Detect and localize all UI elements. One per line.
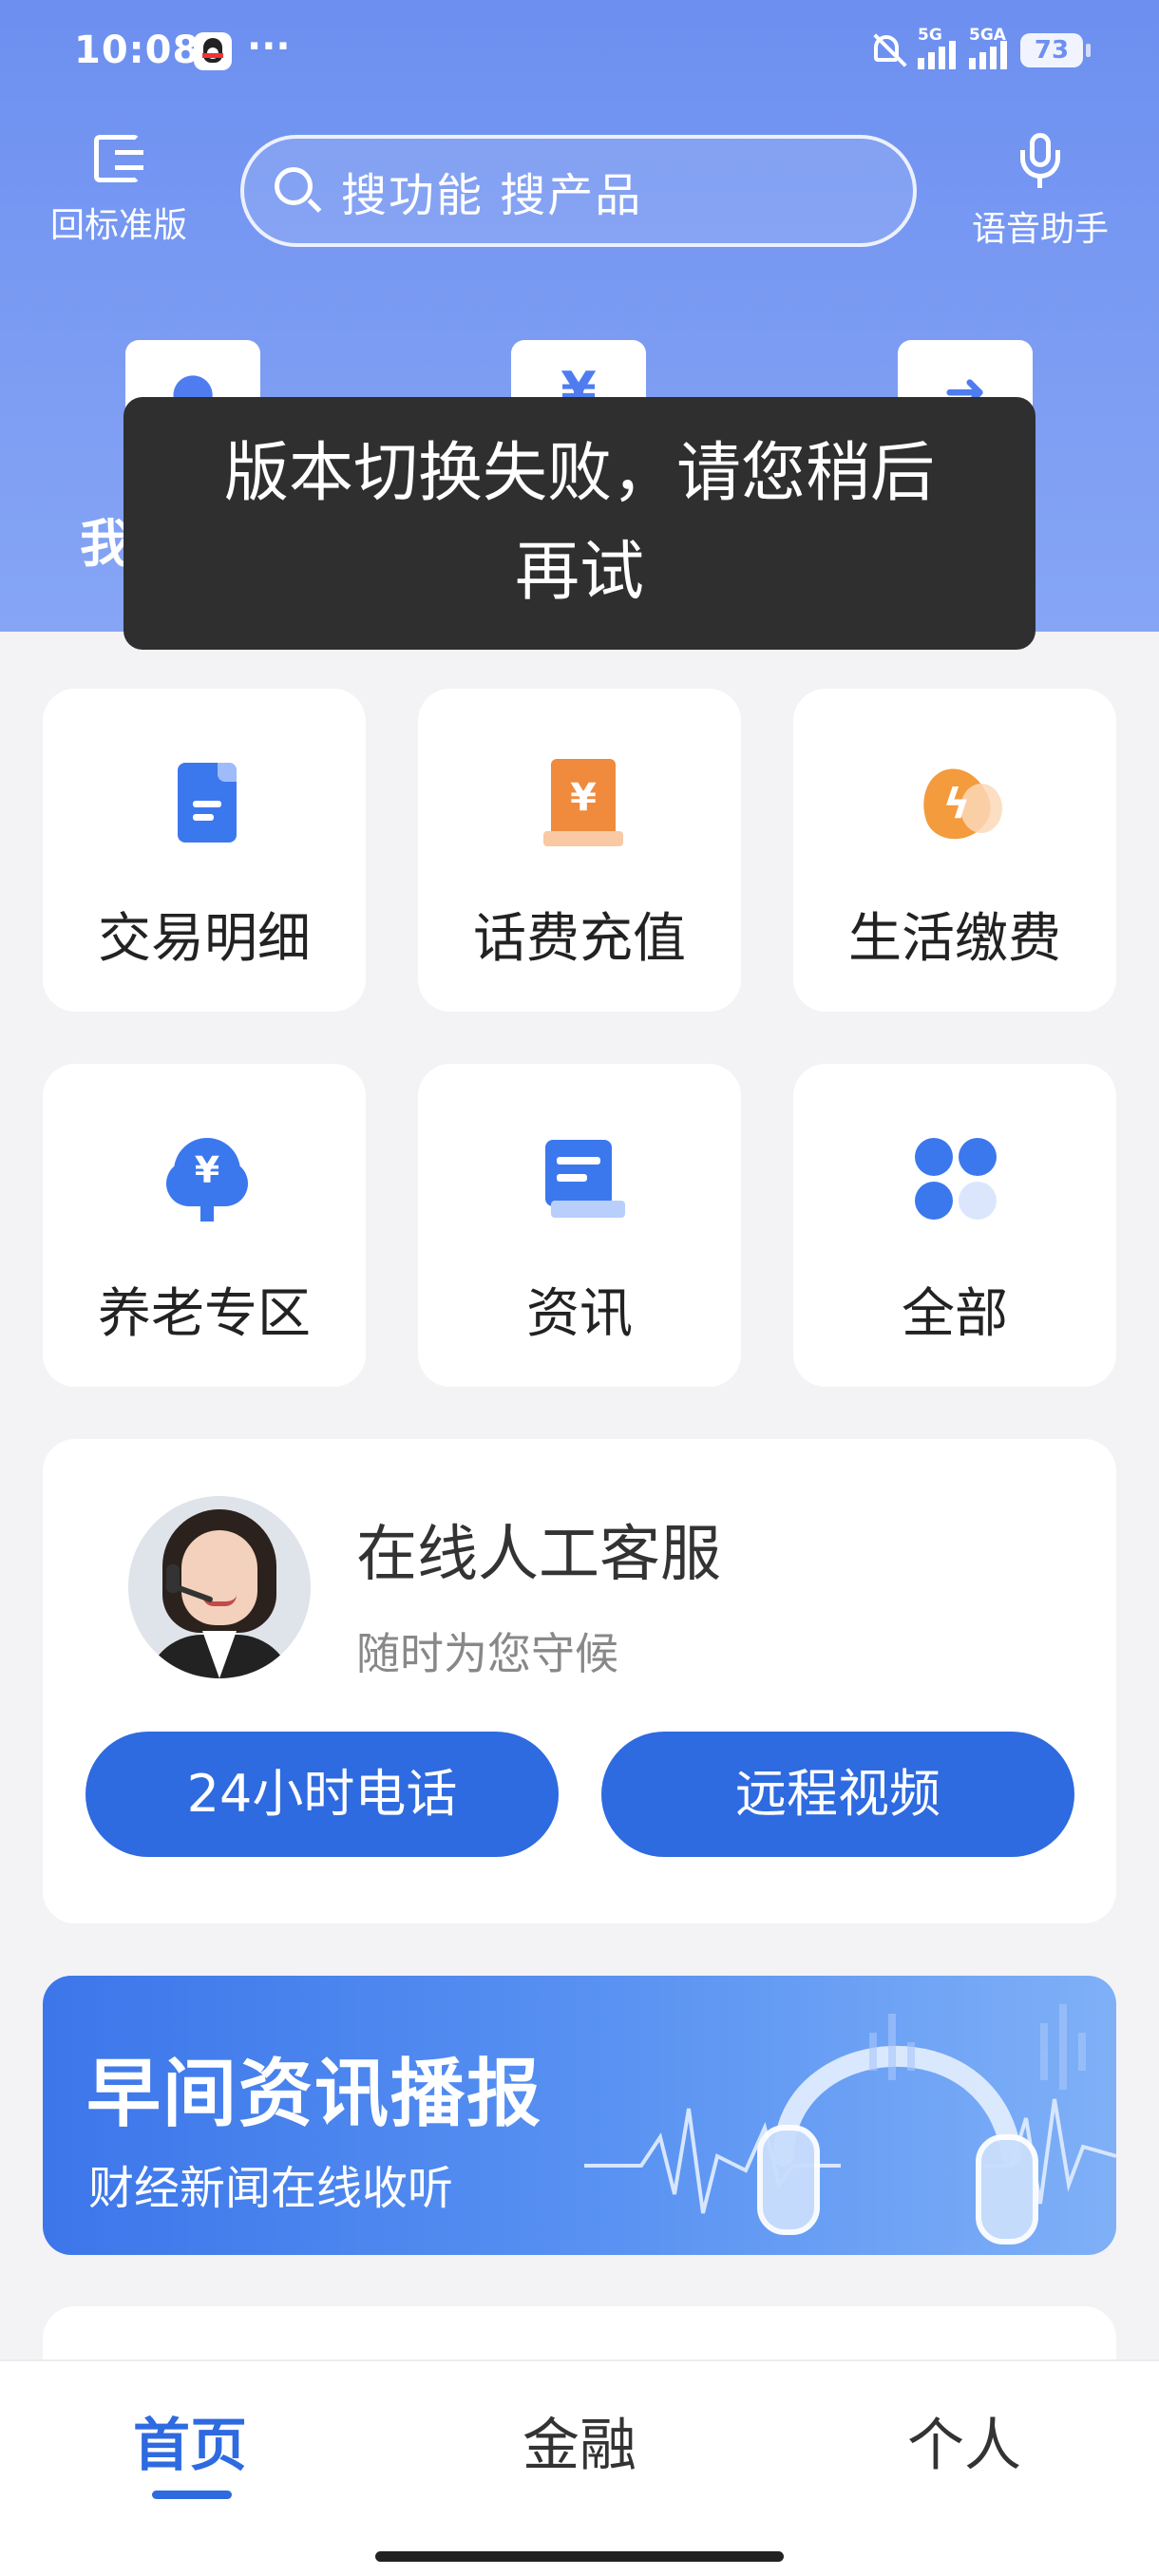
voice-assistant-button[interactable]: 语音助手 bbox=[960, 133, 1121, 256]
remote-video-button[interactable]: 远程视频 bbox=[601, 1732, 1074, 1857]
tab-home-indicator bbox=[152, 2491, 232, 2499]
tile-transaction-details[interactable]: 交易明细 bbox=[43, 689, 366, 1012]
search-placeholder: 搜功能 搜产品 bbox=[341, 169, 643, 222]
tile-label: 资讯 bbox=[526, 1283, 633, 1345]
news-icon bbox=[532, 1130, 627, 1225]
pension-tree-icon: ¥ bbox=[157, 1130, 252, 1225]
bill-icon: ¥ bbox=[532, 755, 627, 850]
switch-icon bbox=[90, 133, 147, 188]
tile-label: 生活缴费 bbox=[848, 908, 1061, 970]
search-icon bbox=[273, 165, 324, 217]
status-indicators: 5G 5GA 73 bbox=[868, 26, 1091, 72]
signal-5ga-icon: 5GA bbox=[969, 26, 1007, 69]
morning-news-banner[interactable]: 早间资讯播报 财经新闻在线收听 bbox=[43, 1976, 1116, 2255]
error-toast: 版本切换失败，请您稍后再试 bbox=[124, 397, 1036, 650]
utility-icon: ϟ bbox=[907, 755, 1002, 850]
tile-phone-recharge[interactable]: ¥ 话费充值 bbox=[418, 689, 741, 1012]
document-icon bbox=[157, 755, 252, 850]
switch-label: 回标准版 bbox=[49, 206, 187, 245]
tile-label: 交易明细 bbox=[98, 908, 311, 970]
banner-title: 早间资讯播报 bbox=[86, 2052, 543, 2137]
customer-service-card: 在线人工客服 随时为您守候 24小时电话 远程视频 bbox=[43, 1439, 1116, 1923]
phone-24h-button[interactable]: 24小时电话 bbox=[86, 1732, 559, 1857]
switch-standard-version-button[interactable]: 回标准版 bbox=[38, 133, 200, 256]
service-subtitle: 随时为您守候 bbox=[356, 1628, 618, 1679]
tab-finance[interactable]: 金融 bbox=[522, 2399, 636, 2482]
bottom-tab-bar: 首页 金融 个人 bbox=[0, 2359, 1159, 2576]
tile-label: 全部 bbox=[902, 1283, 1008, 1345]
toast-message: 版本切换失败，请您稍后再试 bbox=[223, 436, 935, 610]
status-bar: 10:08 ··· 5G 5GA 73 bbox=[0, 0, 1159, 104]
tile-pension-zone[interactable]: ¥ 养老专区 bbox=[43, 1064, 366, 1387]
qq-notification-icon bbox=[194, 32, 232, 70]
search-input[interactable]: 搜功能 搜产品 bbox=[240, 135, 917, 247]
more-notifications-icon: ··· bbox=[247, 25, 291, 68]
banner-subtitle: 财经新闻在线收听 bbox=[88, 2162, 454, 2215]
voice-label: 语音助手 bbox=[971, 210, 1109, 249]
tab-personal[interactable]: 个人 bbox=[907, 2399, 1021, 2482]
tile-label: 话费充值 bbox=[473, 908, 686, 970]
agent-avatar bbox=[128, 1496, 311, 1678]
headphones-waveform-illustration bbox=[584, 2004, 1116, 2245]
tile-utility-payment[interactable]: ϟ 生活缴费 bbox=[793, 689, 1116, 1012]
next-card-peek bbox=[43, 2306, 1116, 2363]
tab-home[interactable]: 首页 bbox=[133, 2399, 247, 2482]
microphone-icon bbox=[1016, 133, 1064, 192]
bell-muted-icon bbox=[868, 31, 907, 69]
tile-all[interactable]: 全部 bbox=[793, 1064, 1116, 1387]
home-indicator-bar[interactable] bbox=[375, 2551, 784, 2562]
service-title: 在线人工客服 bbox=[356, 1520, 721, 1590]
battery-icon: 73 bbox=[1020, 33, 1091, 67]
tile-news[interactable]: 资讯 bbox=[418, 1064, 741, 1387]
status-time: 10:08 bbox=[74, 28, 200, 72]
tile-label: 养老专区 bbox=[98, 1283, 311, 1345]
all-apps-icon bbox=[907, 1130, 1002, 1225]
signal-5g-icon: 5G bbox=[918, 26, 956, 69]
